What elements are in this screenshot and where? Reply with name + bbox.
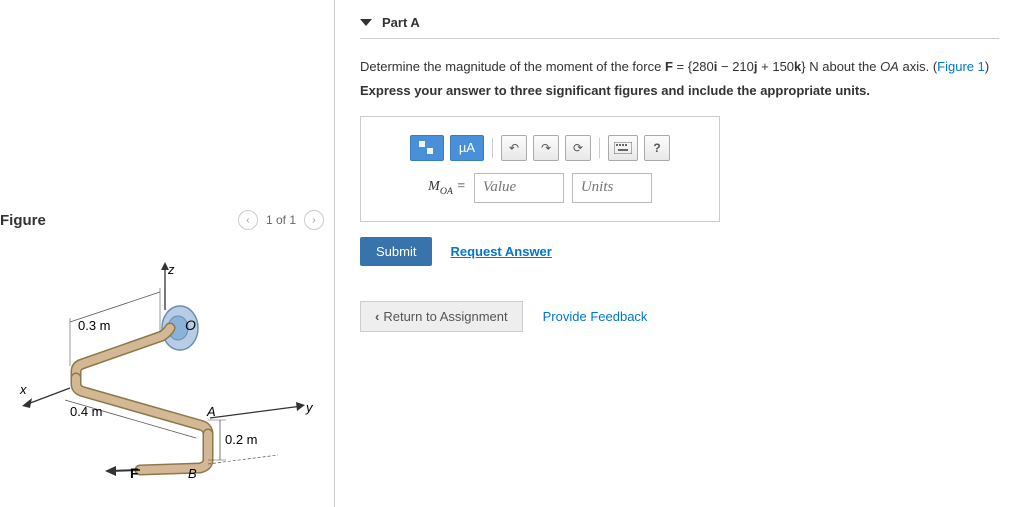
figure-prev-button[interactable]: ‹ [238, 210, 258, 230]
figure-counter: 1 of 1 [266, 213, 296, 227]
request-answer-link[interactable]: Request Answer [450, 244, 551, 259]
force-f-label: F [130, 465, 139, 480]
figure-title: Figure [0, 212, 46, 229]
submit-button[interactable]: Submit [360, 237, 432, 266]
undo-button[interactable]: ↶ [501, 135, 527, 161]
template-button[interactable] [410, 135, 444, 161]
diagram-svg: z x y O A B F 0.3 m 0.4 m 0.2 m [10, 260, 320, 480]
part-header[interactable]: Part A [360, 15, 999, 39]
bottom-row: ‹ Return to Assignment Provide Feedback [360, 301, 999, 332]
return-button[interactable]: ‹ Return to Assignment [360, 301, 523, 332]
help-button[interactable]: ? [644, 135, 670, 161]
point-o-label: O [185, 317, 196, 333]
axis-y-label: y [305, 400, 314, 415]
figure-link[interactable]: Figure 1 [937, 59, 985, 74]
figure-image: z x y O A B F 0.3 m 0.4 m 0.2 m [0, 240, 334, 500]
point-a-label: A [206, 404, 216, 419]
collapse-icon [360, 19, 372, 26]
units-input[interactable] [572, 173, 652, 203]
answer-toolbar: µA ↶ ↷ ⟳ ? [381, 135, 699, 161]
redo-button[interactable]: ↷ [533, 135, 559, 161]
answer-box: µA ↶ ↷ ⟳ ? MOA = [360, 116, 720, 222]
part-title: Part A [382, 15, 420, 30]
figure-panel: Figure ‹ 1 of 1 › [0, 0, 335, 507]
input-row: MOA = [381, 173, 699, 203]
value-input[interactable] [474, 173, 564, 203]
axis-z-label: z [167, 262, 175, 277]
figure-header: Figure ‹ 1 of 1 › [0, 195, 334, 240]
content-panel: Part A Determine the magnitude of the mo… [335, 0, 1024, 507]
feedback-link[interactable]: Provide Feedback [543, 309, 648, 324]
dim1-label: 0.3 m [78, 318, 111, 333]
axis-x-label: x [19, 382, 27, 397]
instruction-text: Express your answer to three significant… [360, 83, 999, 98]
dim3-label: 0.2 m [225, 432, 258, 447]
units-button[interactable]: µA [450, 135, 484, 161]
point-b-label: B [188, 466, 197, 480]
reset-button[interactable]: ⟳ [565, 135, 591, 161]
submit-row: Submit Request Answer [360, 237, 999, 266]
dim2-label: 0.4 m [70, 404, 103, 419]
figure-next-button[interactable]: › [304, 210, 324, 230]
problem-statement: Determine the magnitude of the moment of… [360, 57, 999, 77]
figure-nav: ‹ 1 of 1 › [238, 210, 324, 230]
moa-label: MOA = [428, 179, 466, 197]
keyboard-button[interactable] [608, 135, 638, 161]
